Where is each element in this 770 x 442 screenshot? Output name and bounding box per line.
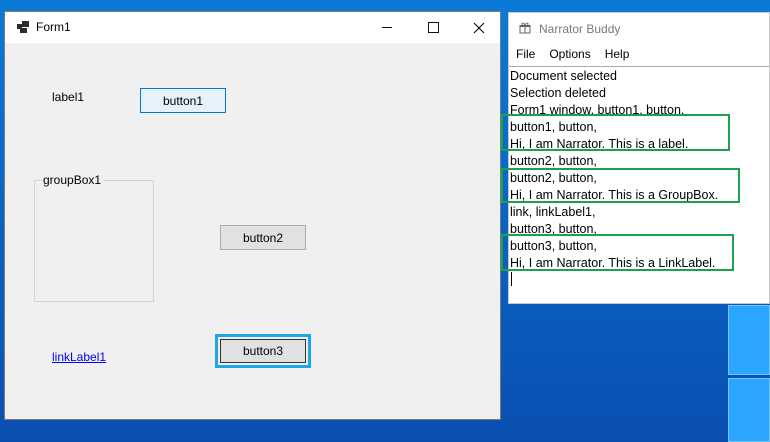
button3[interactable]: button3 [220, 339, 306, 363]
form-app-icon [17, 21, 29, 33]
menu-file[interactable]: File [509, 44, 542, 66]
narrator-buddy-titlebar[interactable]: Narrator Buddy [509, 13, 769, 43]
highlight-box-linklabel [501, 234, 734, 271]
close-icon [473, 22, 485, 33]
narrator-buddy-title: Narrator Buddy [539, 22, 621, 36]
groupbox1-title: groupBox1 [41, 173, 104, 187]
output-line: link, linkLabel1, [510, 205, 596, 219]
gift-icon [519, 22, 531, 34]
label1: label1 [52, 90, 85, 104]
linklabel1[interactable]: linkLabel1 [52, 350, 106, 364]
highlight-box-groupbox [501, 168, 740, 203]
form1-title: Form1 [36, 20, 71, 34]
windows-logo-tile [728, 305, 770, 375]
menu-options[interactable]: Options [542, 44, 597, 66]
output-line: Document selected [510, 69, 618, 83]
text-caret [511, 272, 512, 286]
button2[interactable]: button2 [220, 225, 306, 250]
groupbox1: groupBox1 [34, 173, 154, 302]
menu-bar: File Options Help [509, 44, 769, 66]
highlight-box-label [501, 114, 730, 151]
windows-logo-tile [728, 378, 770, 442]
output-line: Selection deleted [510, 86, 606, 100]
close-button[interactable] [456, 12, 502, 43]
form1-window: Form1 label1 button1 groupBox1 button2 l… [4, 11, 501, 420]
minimize-button[interactable] [364, 12, 410, 43]
maximize-icon [427, 22, 439, 33]
maximize-button[interactable] [410, 12, 456, 43]
minimize-icon [382, 27, 392, 28]
button1[interactable]: button1 [140, 88, 226, 113]
menu-help[interactable]: Help [598, 44, 637, 66]
form1-titlebar[interactable]: Form1 [5, 12, 500, 43]
